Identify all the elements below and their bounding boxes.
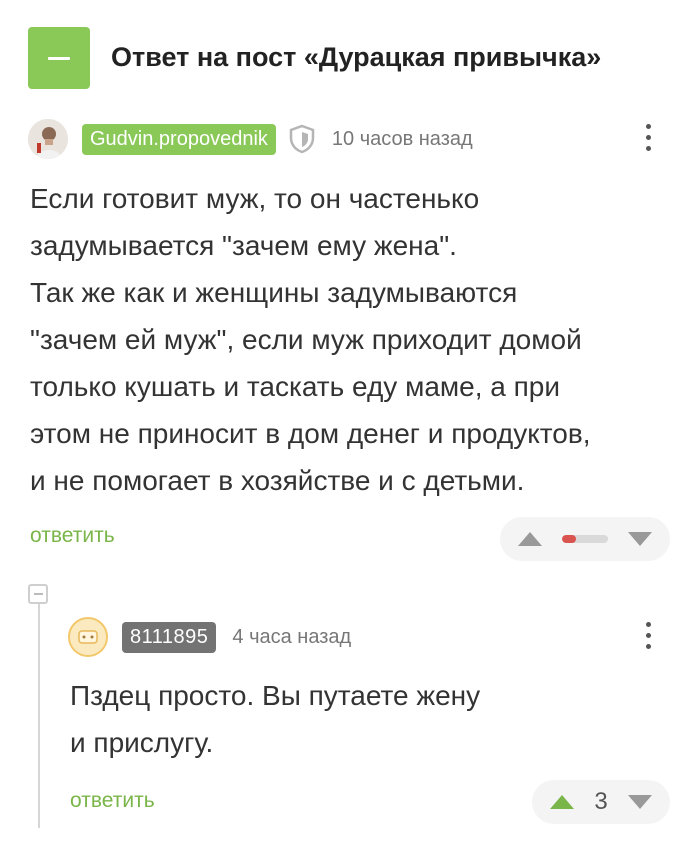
thread-collapse-toggle[interactable]: [28, 584, 48, 604]
thread-line[interactable]: [38, 584, 40, 828]
more-vertical-icon[interactable]: [638, 622, 658, 649]
rating-widget: [500, 517, 670, 561]
collapse-button[interactable]: [28, 27, 90, 89]
author-name[interactable]: 8111895: [122, 621, 217, 653]
comment-header: Gudvin.propovednik 10 часов назад: [28, 119, 473, 159]
more-vertical-icon[interactable]: [638, 124, 658, 151]
minus-icon: [48, 56, 70, 60]
triangle-up-icon[interactable]: [518, 532, 542, 546]
rating-meter-fill: [562, 535, 576, 543]
triangle-down-icon[interactable]: [628, 532, 652, 546]
avatar[interactable]: [68, 617, 108, 657]
avatar[interactable]: [28, 119, 68, 159]
triangle-up-icon[interactable]: [550, 795, 574, 809]
author-name[interactable]: Gudvin.propovednik: [82, 123, 276, 155]
comment-text: Пздец просто. Вы путаете жену и прислугу…: [70, 680, 481, 758]
post-header: Ответ на пост «Дурацкая привычка»: [28, 27, 678, 89]
reply-link[interactable]: ответить: [70, 789, 155, 813]
rating-widget: 3: [532, 780, 670, 824]
triangle-down-icon[interactable]: [627, 795, 652, 809]
comment-time: 4 часа назад: [232, 625, 352, 648]
shield-icon: [288, 124, 316, 154]
minus-icon: [33, 593, 43, 595]
rating-meter: [562, 535, 608, 543]
comment-time: 10 часов назад: [331, 127, 473, 150]
post-title[interactable]: Ответ на пост «Дурацкая привычка»: [111, 42, 601, 73]
reply-link[interactable]: ответить: [30, 524, 115, 548]
comment-header: 8111895 4 часа назад: [68, 617, 351, 657]
rating-score: 3: [594, 788, 608, 815]
comment-text: Если готовит муж, то он частенько задумы…: [30, 183, 591, 496]
